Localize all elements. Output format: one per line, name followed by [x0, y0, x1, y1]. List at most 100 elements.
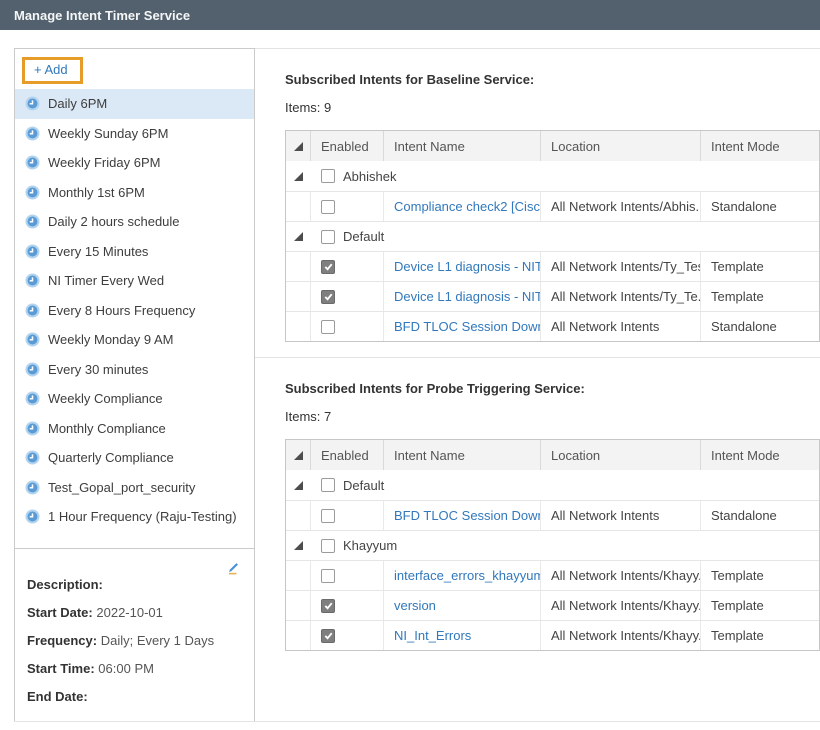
timer-label: Daily 6PM: [48, 96, 107, 111]
timer-label: Weekly Friday 6PM: [48, 155, 160, 170]
group-row[interactable]: Default: [286, 221, 819, 251]
expand-cell: [286, 161, 311, 191]
column-header-intent-mode[interactable]: Intent Mode: [711, 448, 780, 463]
detail-row: Start Time: 06:00 PM: [27, 661, 240, 677]
timer-list-item[interactable]: Quarterly Compliance: [15, 443, 254, 473]
timer-list-item[interactable]: Weekly Monday 9 AM: [15, 325, 254, 355]
enabled-checkbox[interactable]: [321, 260, 335, 274]
collapse-all-icon[interactable]: [294, 451, 303, 460]
timer-list-item[interactable]: Monthly Compliance: [15, 414, 254, 444]
column-header-intent-name[interactable]: Intent Name: [394, 139, 465, 154]
collapse-icon[interactable]: [294, 232, 303, 241]
collapse-all-icon[interactable]: [294, 142, 303, 151]
expand-cell: [286, 531, 311, 560]
intent-mode: Template: [711, 568, 764, 583]
intent-location: All Network Intents: [551, 319, 659, 334]
collapse-icon[interactable]: [294, 541, 303, 550]
clock-icon: [25, 421, 40, 436]
intent-row[interactable]: interface_errors_khayyum All Network Int…: [286, 560, 819, 590]
collapse-icon[interactable]: [294, 172, 303, 181]
group-enabled-checkbox[interactable]: [321, 230, 335, 244]
intent-name-link[interactable]: BFD TLOC Session Down: [394, 508, 541, 523]
detail-value: Daily; Every 1 Days: [101, 633, 214, 648]
intent-name-link[interactable]: Compliance check2 [Cisco...: [394, 199, 541, 214]
detail-label: Description:: [27, 577, 103, 592]
timer-label: 1 Hour Frequency (Raju-Testing): [48, 509, 237, 524]
timer-list-item[interactable]: Daily 2 hours schedule: [15, 207, 254, 237]
intent-name-link[interactable]: Device L1 diagnosis - NIT -...: [394, 289, 541, 304]
intent-row[interactable]: NI_Int_Errors All Network Intents/Khayy.…: [286, 620, 819, 650]
timer-list-item[interactable]: Every 15 Minutes: [15, 237, 254, 267]
enabled-checkbox[interactable]: [321, 320, 335, 334]
enabled-checkbox[interactable]: [321, 629, 335, 643]
intent-row[interactable]: Device L1 diagnosis - NIT -... All Netwo…: [286, 281, 819, 311]
intents-grid: Enabled Intent Name Location Intent Mode…: [285, 439, 820, 651]
detail-label: Frequency:: [27, 633, 97, 648]
intent-row[interactable]: BFD TLOC Session Down All Network Intent…: [286, 311, 819, 341]
timer-label: Monthly Compliance: [48, 421, 166, 436]
main-area: Subscribed Intents for Baseline Service:…: [255, 49, 820, 721]
enabled-checkbox[interactable]: [321, 200, 335, 214]
intent-row[interactable]: BFD TLOC Session Down All Network Intent…: [286, 500, 819, 530]
group-row[interactable]: Khayyum: [286, 530, 819, 560]
intent-name-link[interactable]: interface_errors_khayyum: [394, 568, 541, 583]
group-enabled-checkbox[interactable]: [321, 478, 335, 492]
intent-row[interactable]: Compliance check2 [Cisco... All Network …: [286, 191, 819, 221]
timer-list: Daily 6PM Weekly Sunday 6PM Weekly Frida…: [15, 89, 254, 548]
intents-grid: Enabled Intent Name Location Intent Mode…: [285, 130, 820, 342]
detail-value: 2022-10-01: [96, 605, 163, 620]
group-label: Abhishek: [343, 169, 396, 184]
intent-row[interactable]: version All Network Intents/Khayy... Tem…: [286, 590, 819, 620]
column-header-enabled[interactable]: Enabled: [321, 448, 369, 463]
group-row[interactable]: Default: [286, 470, 819, 500]
timer-label: Weekly Compliance: [48, 391, 163, 406]
intent-name-link[interactable]: NI_Int_Errors: [394, 628, 471, 643]
group-row[interactable]: Abhishek: [286, 161, 819, 191]
intent-name-link[interactable]: BFD TLOC Session Down: [394, 319, 541, 334]
expand-cell: [286, 591, 311, 620]
grid-header-row: Enabled Intent Name Location Intent Mode: [286, 131, 819, 161]
intent-location: All Network Intents/Khayy...: [551, 598, 701, 613]
timer-list-item[interactable]: NI Timer Every Wed: [15, 266, 254, 296]
intent-mode: Template: [711, 628, 764, 643]
enabled-checkbox[interactable]: [321, 509, 335, 523]
timer-list-item[interactable]: Every 30 minutes: [15, 355, 254, 385]
enabled-checkbox[interactable]: [321, 599, 335, 613]
expand-cell: [286, 282, 311, 311]
column-header-location[interactable]: Location: [551, 139, 600, 154]
intent-location: All Network Intents: [551, 508, 659, 523]
intent-row[interactable]: Device L1 diagnosis - NIT All Network In…: [286, 251, 819, 281]
column-header-enabled[interactable]: Enabled: [321, 139, 369, 154]
intent-location: All Network Intents/Khayy...: [551, 568, 701, 583]
timer-list-item[interactable]: Weekly Compliance: [15, 384, 254, 414]
column-header-location[interactable]: Location: [551, 448, 600, 463]
detail-row: Start Date: 2022-10-01: [27, 605, 240, 621]
timer-list-item[interactable]: Test_Gopal_port_security: [15, 473, 254, 503]
intent-location: All Network Intents/Ty_Te...: [551, 289, 701, 304]
group-enabled-checkbox[interactable]: [321, 169, 335, 183]
column-header-intent-mode[interactable]: Intent Mode: [711, 139, 780, 154]
timer-list-item[interactable]: Weekly Sunday 6PM: [15, 119, 254, 149]
column-header-intent-name[interactable]: Intent Name: [394, 448, 465, 463]
enabled-checkbox[interactable]: [321, 569, 335, 583]
detail-label: Start Date:: [27, 605, 93, 620]
timer-sidebar: + Add Daily 6PM Weekly Sunday 6PM Weekly…: [14, 48, 255, 722]
clock-icon: [25, 391, 40, 406]
enabled-checkbox[interactable]: [321, 290, 335, 304]
group-label: Default: [343, 478, 384, 493]
timer-list-item[interactable]: Every 8 Hours Frequency: [15, 296, 254, 326]
timer-label: Every 30 minutes: [48, 362, 148, 377]
intent-mode: Template: [711, 289, 764, 304]
group-enabled-checkbox[interactable]: [321, 539, 335, 553]
timer-list-item[interactable]: Daily 6PM: [15, 89, 254, 119]
timer-list-item[interactable]: 1 Hour Frequency (Raju-Testing): [15, 502, 254, 532]
edit-button[interactable]: [225, 561, 240, 579]
add-button[interactable]: + Add: [25, 60, 80, 81]
intent-name-link[interactable]: Device L1 diagnosis - NIT: [394, 259, 541, 274]
clock-icon: [25, 480, 40, 495]
timer-list-item[interactable]: Monthly 1st 6PM: [15, 178, 254, 208]
section-title: Subscribed Intents for Baseline Service:: [285, 49, 820, 87]
intent-name-link[interactable]: version: [394, 598, 436, 613]
collapse-icon[interactable]: [294, 481, 303, 490]
timer-list-item[interactable]: Weekly Friday 6PM: [15, 148, 254, 178]
